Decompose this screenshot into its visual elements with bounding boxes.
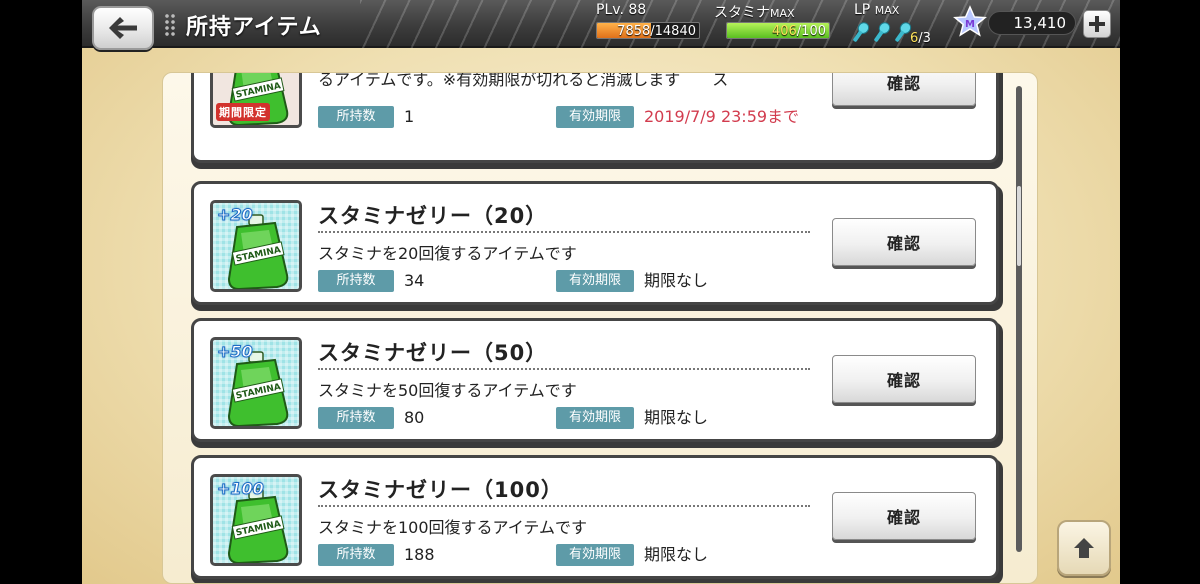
expiry-value: 期限なし <box>644 271 709 290</box>
stamina-jelly-icon: STAMINA <box>227 351 289 426</box>
owned-label: 所持数 <box>318 407 394 429</box>
owned-label: 所持数 <box>318 270 394 292</box>
card-body: STAMINA +100 スタミナゼリー（100） スタミナを100回復するアイテムで… <box>191 455 999 579</box>
scroll-to-top-button[interactable] <box>1057 520 1111 576</box>
item-description: スタミナを50回復するアイテムです <box>318 381 577 400</box>
expiry-label: 有効期限 <box>556 270 634 292</box>
item-name: スタミナゼリー（20） <box>318 204 548 228</box>
stamina-jelly-icon: STAMINA <box>227 214 289 289</box>
confirm-button[interactable]: 確認 <box>832 355 976 403</box>
lp-count: 6/3 <box>910 31 931 46</box>
stamina-label-text: スタミナ <box>714 5 770 21</box>
item-list-panel[interactable]: STAMINA 期間限定 るアイテムです。※有効期限が切れると消滅します ス所持数 1… <box>162 72 1038 584</box>
expiry-value: 期限なし <box>644 408 709 427</box>
divider <box>318 368 810 370</box>
star-gem-icon: M <box>953 5 987 37</box>
microphone-icon <box>874 22 891 42</box>
item-thumbnail: STAMINA +50 <box>210 337 302 429</box>
item-name: スタミナゼリー（50） <box>318 341 548 365</box>
owned-count: 80 <box>404 408 425 427</box>
arrow-up-icon <box>1074 538 1094 558</box>
stamina-max: 100 <box>801 24 826 39</box>
expiry-label: 有効期限 <box>556 544 634 566</box>
item-card: STAMINA +100 スタミナゼリー（100） スタミナを100回復するアイテムで… <box>191 455 1003 583</box>
microphone-icon <box>853 22 870 42</box>
drag-grip-icon <box>164 13 176 37</box>
item-amount-tag: +20 <box>217 205 254 225</box>
expiry-value: 期限なし <box>644 545 709 564</box>
item-description: スタミナを20回復するアイテムです <box>318 244 577 263</box>
expiry-label: 有効期限 <box>556 407 634 429</box>
item-card: STAMINA +50 スタミナゼリー（50） スタミナを50回復するアイテムです 所持… <box>191 318 1003 448</box>
currency-value: 13,410 <box>988 11 1076 35</box>
confirm-button[interactable]: 確認 <box>832 492 976 540</box>
lp-total: /3 <box>918 31 931 46</box>
add-currency-button[interactable] <box>1083 10 1111 38</box>
limited-badge: 期間限定 <box>216 103 270 121</box>
item-thumbnail: STAMINA 期間限定 <box>210 73 302 128</box>
item-card: STAMINA 期間限定 るアイテムです。※有効期限が切れると消滅します ス所持数 1… <box>191 72 1003 169</box>
owned-count: 1 <box>404 107 415 126</box>
item-description: スタミナを100回復するアイテムです <box>318 518 587 537</box>
stamina-bar: 406/100 <box>726 22 830 39</box>
owned-label: 所持数 <box>318 544 394 566</box>
back-button[interactable] <box>92 6 154 50</box>
item-list: STAMINA 期間限定 るアイテムです。※有効期限が切れると消滅します ス所持数 1… <box>163 73 1037 583</box>
owned-label: 所持数 <box>318 106 394 128</box>
page-title: 所持アイテム <box>186 15 322 40</box>
stamina-text: 406/100 <box>771 23 826 39</box>
owned-count: 34 <box>404 271 425 290</box>
app-window: 所持アイテム PLv. 88 7858/14840 スタミナMAX 406/10… <box>82 0 1120 584</box>
expiry-value: 2019/7/9 23:59まで <box>644 107 800 126</box>
scrollbar-thumb[interactable] <box>1017 186 1021 266</box>
stamina-jelly-icon: STAMINA <box>227 488 289 563</box>
divider <box>318 231 810 233</box>
microphone-icon <box>895 22 912 42</box>
letterbox-right <box>1118 0 1200 584</box>
lp-label-text: LP <box>854 2 871 18</box>
stamina-current: 406 <box>771 24 797 39</box>
exp-bar: 7858/14840 <box>596 22 700 39</box>
scrollbar[interactable] <box>1016 86 1022 552</box>
lp-label: LP MAX <box>854 2 899 18</box>
plus-icon <box>1089 16 1105 32</box>
plv-label-text: PLv. <box>596 2 624 18</box>
item-thumbnail: STAMINA +100 <box>210 474 302 566</box>
expiry-label: 有効期限 <box>556 106 634 128</box>
card-body: STAMINA +50 スタミナゼリー（50） スタミナを50回復するアイテムです 所持… <box>191 318 999 442</box>
item-name: スタミナゼリー（100） <box>318 478 563 502</box>
letterbox-left <box>0 0 82 584</box>
exp-text: 7858/14840 <box>617 24 696 39</box>
card-body: STAMINA 期間限定 るアイテムです。※有効期限が切れると消滅します ス所持数 1… <box>191 72 999 163</box>
screen: 所持アイテム PLv. 88 7858/14840 スタミナMAX 406/10… <box>0 0 1200 584</box>
item-amount-tag: +100 <box>217 479 265 499</box>
card-body: STAMINA +20 スタミナゼリー（20） スタミナを20回復するアイテムです 所持… <box>191 181 999 305</box>
owned-count: 188 <box>404 545 435 564</box>
item-amount-tag: +50 <box>217 342 254 362</box>
lp-icons <box>850 21 912 45</box>
plv-label: PLv. 88 <box>596 2 646 18</box>
plv-value: 88 <box>628 2 647 18</box>
arrow-left-icon <box>109 17 137 39</box>
header-bar: 所持アイテム PLv. 88 7858/14840 スタミナMAX 406/10… <box>82 0 1120 50</box>
item-thumbnail: STAMINA +20 <box>210 200 302 292</box>
divider <box>318 505 810 507</box>
stamina-label: スタミナMAX <box>714 2 795 22</box>
lp-max-label: MAX <box>874 4 900 17</box>
stamina-max-label: MAX <box>770 7 795 20</box>
item-card: STAMINA +20 スタミナゼリー（20） スタミナを20回復するアイテムです 所持… <box>191 181 1003 311</box>
confirm-button[interactable]: 確認 <box>832 218 976 266</box>
svg-text:M: M <box>965 19 975 30</box>
confirm-button[interactable]: 確認 <box>832 73 976 106</box>
item-description: るアイテムです。※有効期限が切れると消滅します ス <box>318 72 729 89</box>
